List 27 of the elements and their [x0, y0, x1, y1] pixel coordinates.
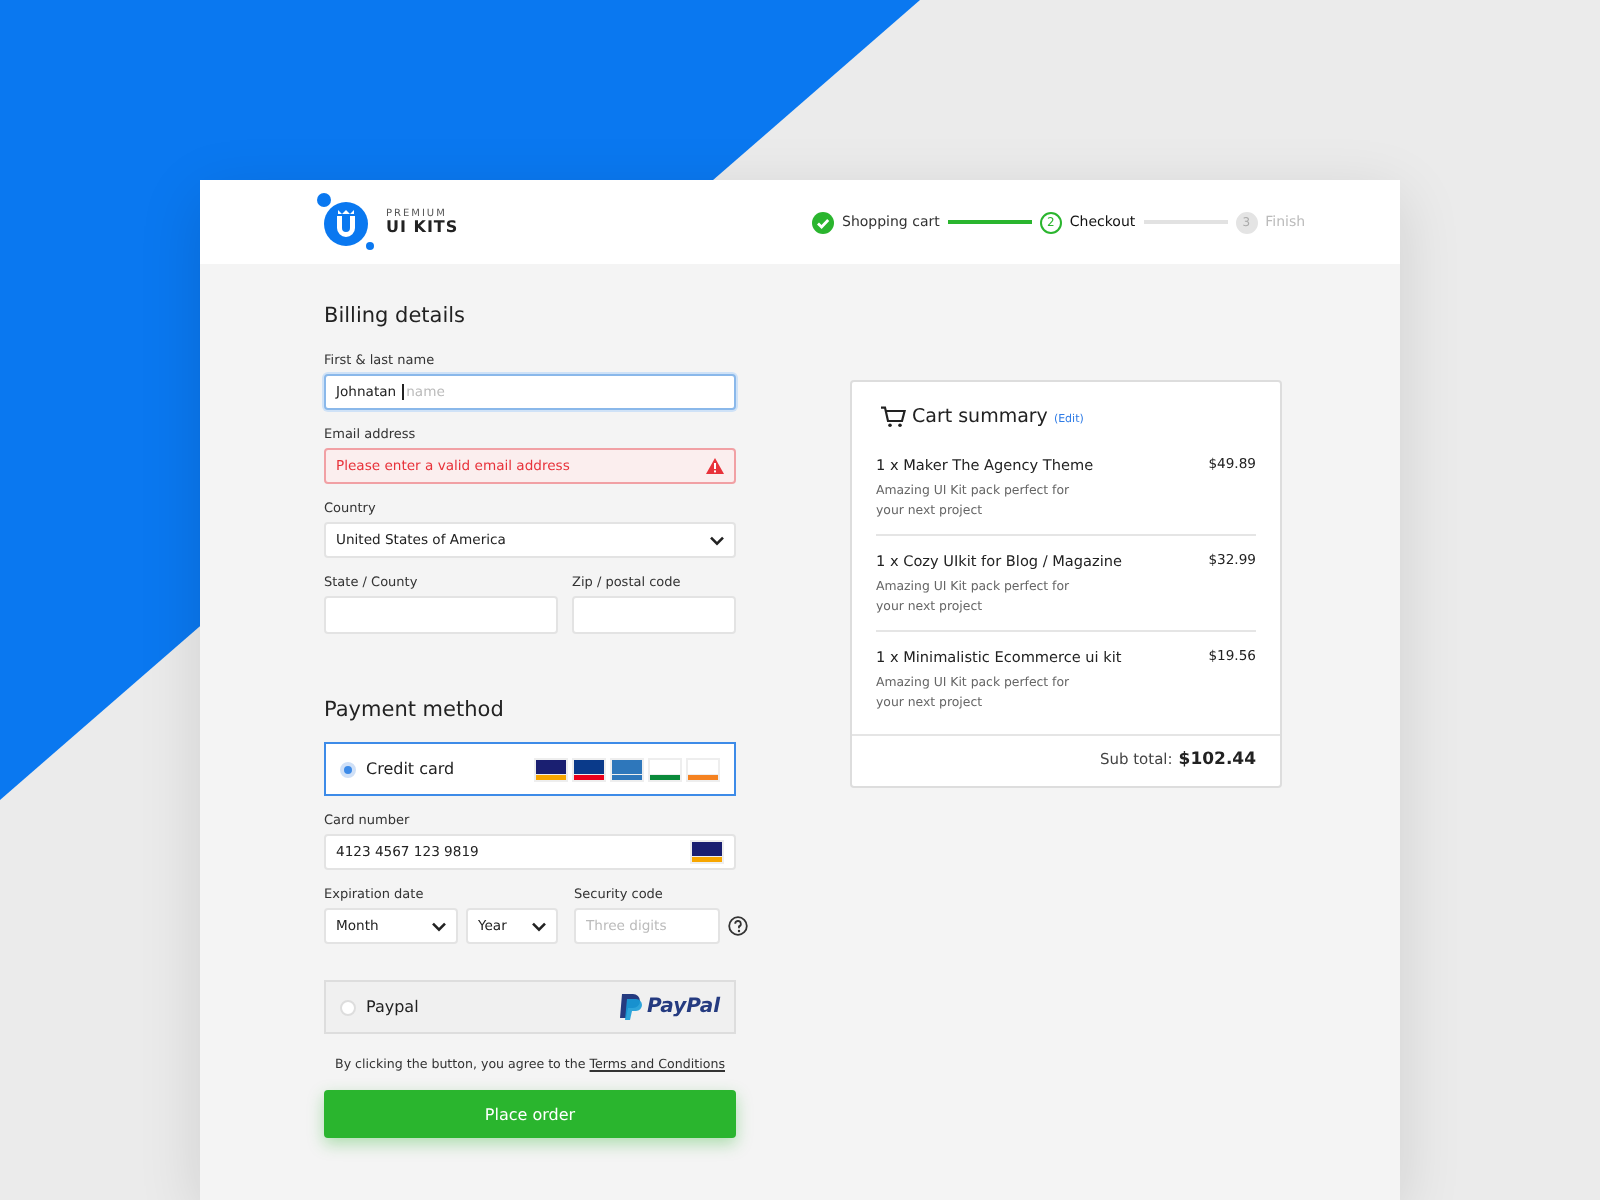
payment-option[interactable]: Paypal PayPal	[324, 980, 736, 1034]
chevron-down-icon	[532, 921, 546, 931]
payment-card-icon	[690, 840, 724, 864]
cart-title: Cart summary	[912, 406, 1048, 428]
chevron-down-icon	[710, 535, 724, 545]
option-label: Paypal	[366, 998, 421, 1016]
state-field[interactable]	[324, 596, 558, 634]
logo-title: UI KITS	[386, 219, 459, 235]
radio-button[interactable]	[340, 999, 356, 1015]
payment-card-icon	[610, 757, 644, 781]
section-title: Payment method	[324, 698, 506, 722]
paypal-logo-text: PayPal	[646, 996, 720, 1018]
paypal-p-icon	[620, 994, 643, 1020]
help-icon[interactable]	[728, 916, 748, 936]
subtotal-value: $102.44	[1178, 749, 1256, 770]
payment-option[interactable]: Credit card	[324, 742, 736, 796]
payment-card-icon	[534, 757, 568, 781]
radio-button[interactable]	[340, 761, 356, 777]
zip-field[interactable]	[572, 596, 736, 634]
payment-card-icon	[572, 757, 606, 781]
cart-icon	[880, 406, 906, 428]
chevron-down-icon	[432, 921, 446, 931]
section-title: Billing details	[324, 304, 468, 328]
option-label: Credit card	[366, 760, 457, 778]
payment-card-icon	[648, 757, 682, 781]
warning-icon	[706, 458, 724, 474]
payment-card-icon	[686, 757, 720, 781]
